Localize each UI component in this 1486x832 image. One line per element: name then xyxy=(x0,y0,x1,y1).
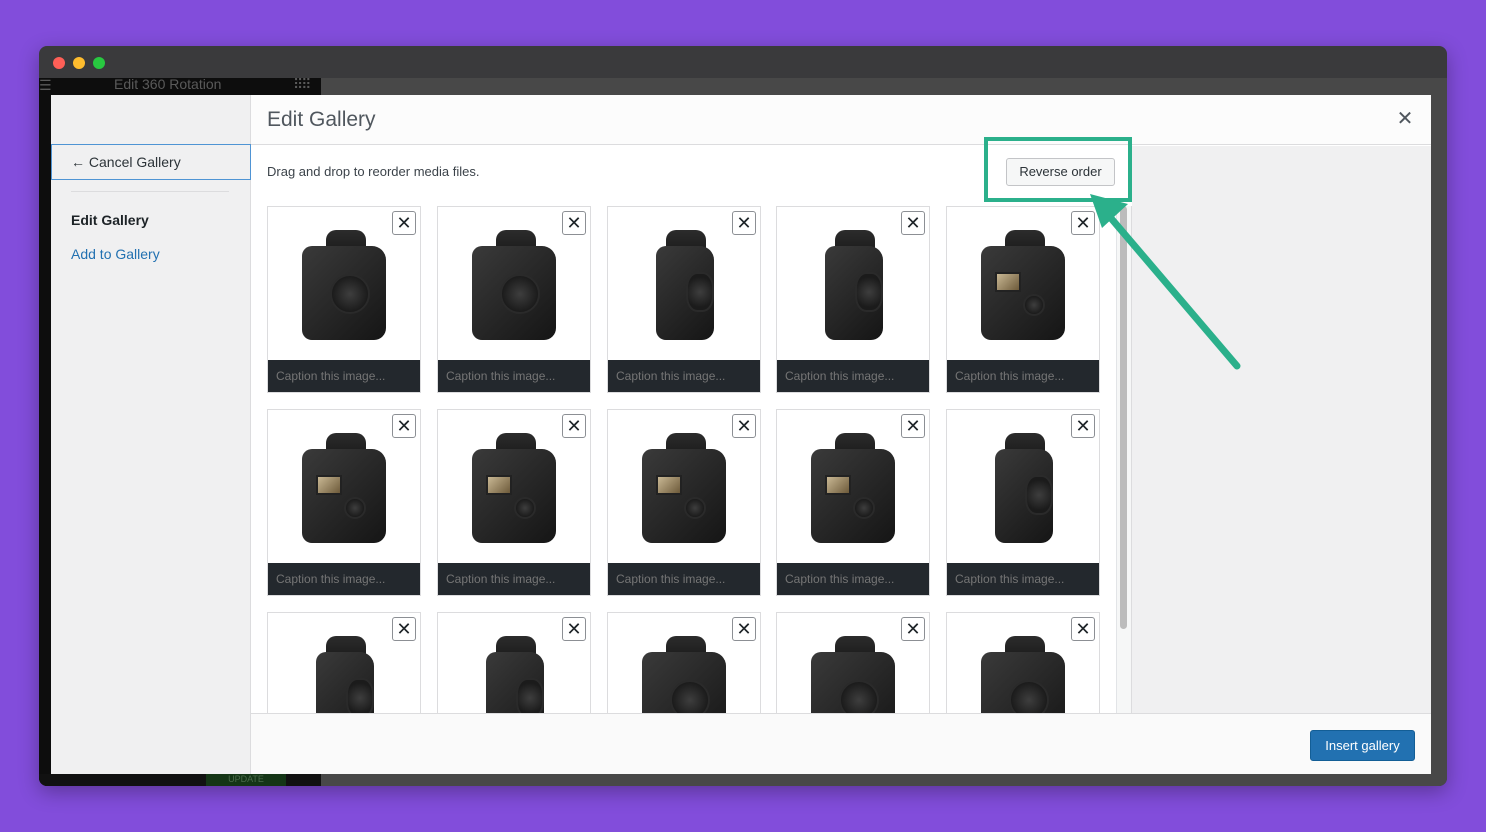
gallery-item[interactable]: ✕ xyxy=(776,612,930,713)
gallery-item[interactable]: ✕ xyxy=(776,206,930,393)
insert-gallery-button[interactable]: Insert gallery xyxy=(1310,730,1415,761)
caption-input[interactable] xyxy=(268,360,420,392)
remove-image-icon[interactable]: ✕ xyxy=(1071,211,1095,235)
media-modal: ← Cancel Gallery Edit Gallery Add to Gal… xyxy=(51,95,1431,774)
close-icon[interactable]: ✕ xyxy=(1395,109,1415,129)
caption-input[interactable] xyxy=(438,563,590,595)
remove-image-icon[interactable]: ✕ xyxy=(732,211,756,235)
remove-image-icon[interactable]: ✕ xyxy=(562,617,586,641)
background-update-button: UPDATE xyxy=(206,774,286,786)
window-maximize-button[interactable] xyxy=(93,57,105,69)
remove-image-icon[interactable]: ✕ xyxy=(392,617,416,641)
remove-image-icon[interactable]: ✕ xyxy=(901,414,925,438)
gallery-item[interactable]: ✕ xyxy=(437,206,591,393)
gallery-item[interactable]: ✕ xyxy=(437,612,591,713)
gallery-item[interactable]: ✕ xyxy=(946,612,1100,713)
sidebar-item-edit-gallery[interactable]: Edit Gallery xyxy=(71,212,149,228)
gallery-item[interactable]: ✕ xyxy=(437,409,591,596)
camera-image xyxy=(973,427,1073,547)
caption-input[interactable] xyxy=(608,563,760,595)
remove-image-icon[interactable]: ✕ xyxy=(562,211,586,235)
hamburger-icon: ☰ xyxy=(39,77,52,93)
scrollbar-thumb[interactable] xyxy=(1120,206,1127,629)
remove-image-icon[interactable]: ✕ xyxy=(1071,414,1095,438)
camera-image xyxy=(464,630,564,713)
camera-image xyxy=(803,630,903,713)
modal-sidebar: ← Cancel Gallery Edit Gallery Add to Gal… xyxy=(51,95,251,774)
gallery-item[interactable]: ✕ xyxy=(607,612,761,713)
gallery-content: Drag and drop to reorder media files. Re… xyxy=(251,146,1131,713)
camera-image xyxy=(634,630,734,713)
reverse-order-button[interactable]: Reverse order xyxy=(1006,158,1115,186)
camera-image xyxy=(294,630,394,713)
sidebar-item-add-to-gallery[interactable]: Add to Gallery xyxy=(71,246,160,262)
sidebar-divider xyxy=(71,191,229,192)
remove-image-icon[interactable]: ✕ xyxy=(392,211,416,235)
gallery-settings-panel xyxy=(1132,146,1431,713)
camera-image xyxy=(973,224,1073,344)
caption-input[interactable] xyxy=(608,360,760,392)
gallery-item[interactable]: ✕ xyxy=(267,409,421,596)
camera-image xyxy=(464,224,564,344)
modal-header: Edit Gallery ✕ xyxy=(251,95,1431,145)
remove-image-icon[interactable]: ✕ xyxy=(562,414,586,438)
modal-footer: Insert gallery xyxy=(251,713,1431,774)
camera-image xyxy=(634,427,734,547)
camera-image xyxy=(464,427,564,547)
caption-input[interactable] xyxy=(268,563,420,595)
gallery-item[interactable]: ✕ xyxy=(607,206,761,393)
camera-image xyxy=(973,630,1073,713)
camera-image xyxy=(803,427,903,547)
gallery-item[interactable]: ✕ xyxy=(946,409,1100,596)
camera-image xyxy=(803,224,903,344)
caption-input[interactable] xyxy=(777,360,929,392)
remove-image-icon[interactable]: ✕ xyxy=(1071,617,1095,641)
window-minimize-button[interactable] xyxy=(73,57,85,69)
window-close-button[interactable] xyxy=(53,57,65,69)
remove-image-icon[interactable]: ✕ xyxy=(901,211,925,235)
gallery-item[interactable]: ✕ xyxy=(267,612,421,713)
instructions-text: Drag and drop to reorder media files. xyxy=(267,164,480,179)
remove-image-icon[interactable]: ✕ xyxy=(732,414,756,438)
remove-image-icon[interactable]: ✕ xyxy=(732,617,756,641)
camera-image xyxy=(294,427,394,547)
gallery-item[interactable]: ✕ xyxy=(267,206,421,393)
caption-input[interactable] xyxy=(947,563,1099,595)
caption-input[interactable] xyxy=(438,360,590,392)
remove-image-icon[interactable]: ✕ xyxy=(901,617,925,641)
modal-title: Edit Gallery xyxy=(267,108,376,131)
caption-input[interactable] xyxy=(947,360,1099,392)
gallery-item[interactable]: ✕ xyxy=(607,409,761,596)
gallery-item[interactable]: ✕ xyxy=(776,409,930,596)
apps-grid-icon: ⠿⠿ xyxy=(293,76,311,92)
camera-image xyxy=(634,224,734,344)
remove-image-icon[interactable]: ✕ xyxy=(392,414,416,438)
camera-image xyxy=(294,224,394,344)
cancel-gallery-button[interactable]: ← Cancel Gallery xyxy=(51,144,251,180)
caption-input[interactable] xyxy=(777,563,929,595)
gallery-item[interactable]: ✕ xyxy=(946,206,1100,393)
background-editor-title: Edit 360 Rotation xyxy=(114,76,222,92)
